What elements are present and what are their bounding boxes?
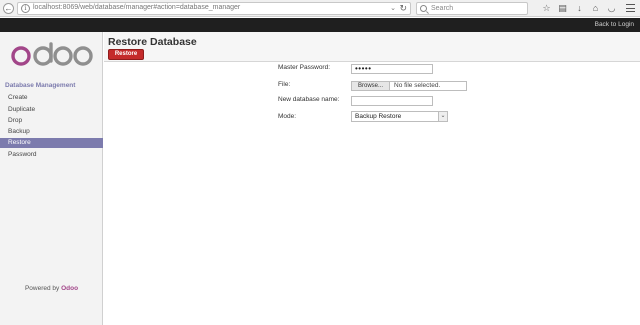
- browser-search-input[interactable]: Search: [416, 2, 528, 15]
- powered-by-brand[interactable]: Odoo: [61, 285, 78, 292]
- master-password-label: Master Password:: [278, 64, 331, 71]
- chevron-down-icon[interactable]: ⌄: [390, 4, 396, 12]
- sidebar-item-password[interactable]: Password: [0, 150, 103, 160]
- powered-by-text: Powered by: [24, 285, 60, 292]
- address-bar[interactable]: i localhost:8069/web/database/manager#ac…: [17, 2, 411, 15]
- sidebar: Database Management Create Duplicate Dro…: [0, 32, 103, 325]
- back-arrow-icon[interactable]: ←: [3, 3, 14, 14]
- search-icon: [420, 5, 427, 12]
- browser-toolbar: ← i localhost:8069/web/database/manager#…: [0, 0, 640, 17]
- odoo-logo: [11, 42, 93, 66]
- sidebar-item-restore[interactable]: Restore: [0, 138, 103, 148]
- reload-icon[interactable]: ↻: [399, 3, 407, 14]
- pocket-icon[interactable]: ◡: [606, 2, 617, 14]
- page-header: Restore Database Restore: [104, 32, 640, 62]
- browse-button[interactable]: Browse...: [352, 82, 390, 90]
- odoo-topbar: Back to Login: [0, 18, 640, 32]
- powered-by: Powered by Odoo: [0, 285, 103, 292]
- sidebar-item-duplicate[interactable]: Duplicate: [0, 105, 103, 115]
- restore-button[interactable]: Restore: [108, 49, 144, 60]
- mode-select-value: Backup Restore: [355, 113, 402, 120]
- search-placeholder: Search: [431, 5, 454, 12]
- mode-label: Mode:: [278, 113, 297, 120]
- url-text[interactable]: localhost:8069/web/database/manager#acti…: [33, 4, 240, 11]
- hamburger-menu-icon[interactable]: [626, 4, 635, 12]
- sidebar-item-create[interactable]: Create: [0, 93, 103, 103]
- file-status: No file selected.: [394, 82, 441, 89]
- star-icon[interactable]: ☆: [541, 2, 552, 14]
- sidebar-heading: Database Management: [5, 82, 76, 89]
- new-database-name-input[interactable]: [351, 96, 433, 106]
- back-to-login-link[interactable]: Back to Login: [595, 21, 634, 28]
- mode-select[interactable]: Backup Restore ⌄: [351, 111, 448, 122]
- reading-list-icon[interactable]: ▤: [557, 2, 568, 14]
- sidebar-item-drop[interactable]: Drop: [0, 116, 103, 126]
- chevron-down-icon[interactable]: ⌄: [438, 112, 447, 121]
- info-icon[interactable]: i: [21, 4, 30, 13]
- home-icon[interactable]: ⌂: [590, 2, 601, 14]
- file-input[interactable]: Browse... No file selected.: [351, 81, 467, 91]
- file-label: File:: [278, 81, 291, 88]
- new-database-name-label: New database name:: [278, 96, 340, 103]
- download-icon[interactable]: ↓: [574, 2, 585, 14]
- page-title: Restore Database: [108, 36, 197, 48]
- sidebar-item-backup[interactable]: Backup: [0, 127, 103, 137]
- master-password-field[interactable]: •••••: [351, 64, 433, 74]
